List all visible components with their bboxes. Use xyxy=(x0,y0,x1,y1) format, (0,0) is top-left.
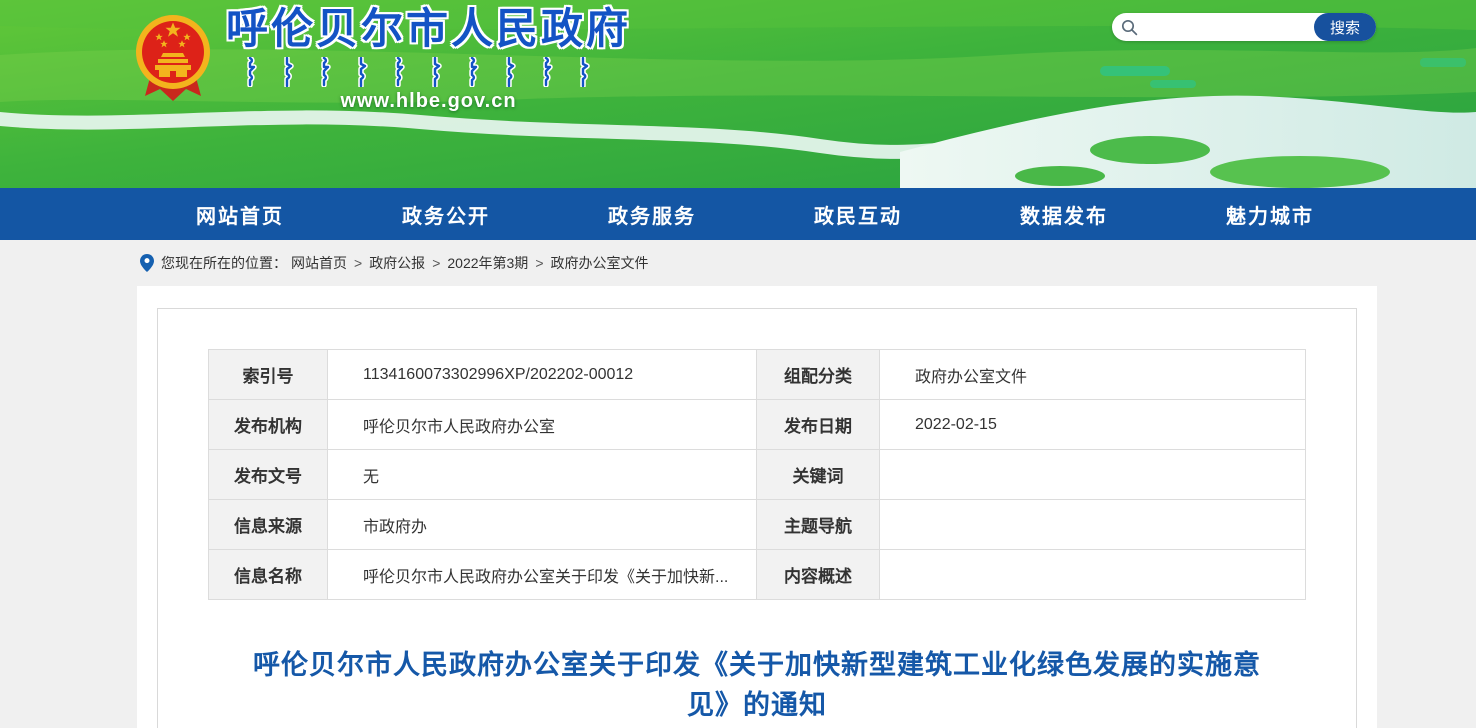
content-panel: 索引号 1134160073302996XP/202202-00012 组配分类… xyxy=(137,286,1377,728)
meta-value: 呼伦贝尔市人民政府办公室关于印发《关于加快新... xyxy=(328,550,757,600)
breadcrumb-item-category[interactable]: 政府办公室文件 xyxy=(551,253,649,273)
meta-label: 索引号 xyxy=(209,350,328,400)
search-button[interactable]: 搜索 xyxy=(1314,13,1376,41)
meta-label: 发布机构 xyxy=(209,400,328,450)
nav-item-data[interactable]: 数据发布 xyxy=(961,188,1167,240)
search-input[interactable] xyxy=(1138,13,1314,41)
search-bar: 搜索 xyxy=(1112,13,1376,41)
meta-label: 关键词 xyxy=(757,450,880,500)
meta-value: 政府办公室文件 xyxy=(880,350,1306,400)
location-pin-icon xyxy=(140,254,154,272)
document-title: 呼伦贝尔市人民政府办公室关于印发《关于加快新型建筑工业化绿色发展的实施意见》的通… xyxy=(247,645,1267,725)
site-url: www.hlbe.gov.cn xyxy=(340,90,516,113)
search-icon xyxy=(1121,19,1138,36)
meta-label: 信息名称 xyxy=(209,550,328,600)
meta-label: 发布日期 xyxy=(757,400,880,450)
mongolian-script-decoration xyxy=(243,57,615,87)
breadcrumb-item-issue[interactable]: 2022年第3期 xyxy=(447,253,528,273)
meta-row: 信息来源 市政府办 主题导航 xyxy=(209,500,1306,550)
breadcrumb-separator: > xyxy=(432,255,440,271)
page: 呼伦贝尔市人民政府 xyxy=(0,0,1476,728)
breadcrumb: 您现在所在的位置： 网站首页 > 政府公报 > 2022年第3期 > 政府办公室… xyxy=(0,240,1476,286)
meta-value: 呼伦贝尔市人民政府办公室 xyxy=(328,400,757,450)
china-national-emblem-icon[interactable] xyxy=(134,10,212,102)
meta-label: 主题导航 xyxy=(757,500,880,550)
meta-value xyxy=(880,550,1306,600)
breadcrumb-item-gazette[interactable]: 政府公报 xyxy=(369,253,425,273)
meta-label: 内容概述 xyxy=(757,550,880,600)
meta-value: 1134160073302996XP/202202-00012 xyxy=(328,350,757,400)
breadcrumb-separator: > xyxy=(535,255,543,271)
site-title[interactable]: 呼伦贝尔市人民政府 xyxy=(226,4,631,54)
nav-item-interaction[interactable]: 政民互动 xyxy=(755,188,961,240)
meta-label: 发布文号 xyxy=(209,450,328,500)
breadcrumb-separator: > xyxy=(354,255,362,271)
meta-value: 2022-02-15 xyxy=(880,400,1306,450)
site-brand: 呼伦贝尔市人民政府 xyxy=(134,4,631,113)
site-banner: 呼伦贝尔市人民政府 xyxy=(0,0,1476,188)
meta-value xyxy=(880,500,1306,550)
breadcrumb-item-home[interactable]: 网站首页 xyxy=(291,253,347,273)
nav-item-home[interactable]: 网站首页 xyxy=(137,188,343,240)
meta-value xyxy=(880,450,1306,500)
main-nav: 网站首页 政务公开 政务服务 政民互动 数据发布 魅力城市 xyxy=(0,188,1476,240)
meta-value: 无 xyxy=(328,450,757,500)
content-inner-box: 索引号 1134160073302996XP/202202-00012 组配分类… xyxy=(157,308,1357,728)
meta-row: 发布文号 无 关键词 xyxy=(209,450,1306,500)
meta-row: 发布机构 呼伦贝尔市人民政府办公室 发布日期 2022-02-15 xyxy=(209,400,1306,450)
document-meta-table: 索引号 1134160073302996XP/202202-00012 组配分类… xyxy=(208,349,1306,600)
meta-label: 信息来源 xyxy=(209,500,328,550)
nav-item-gov-service[interactable]: 政务服务 xyxy=(549,188,755,240)
meta-value: 市政府办 xyxy=(328,500,757,550)
meta-label: 组配分类 xyxy=(757,350,880,400)
brand-text: 呼伦贝尔市人民政府 xyxy=(226,4,631,113)
nav-item-city[interactable]: 魅力城市 xyxy=(1167,188,1373,240)
meta-row: 索引号 1134160073302996XP/202202-00012 组配分类… xyxy=(209,350,1306,400)
meta-row: 信息名称 呼伦贝尔市人民政府办公室关于印发《关于加快新... 内容概述 xyxy=(209,550,1306,600)
nav-item-gov-info[interactable]: 政务公开 xyxy=(343,188,549,240)
breadcrumb-label: 您现在所在的位置： xyxy=(161,253,287,273)
